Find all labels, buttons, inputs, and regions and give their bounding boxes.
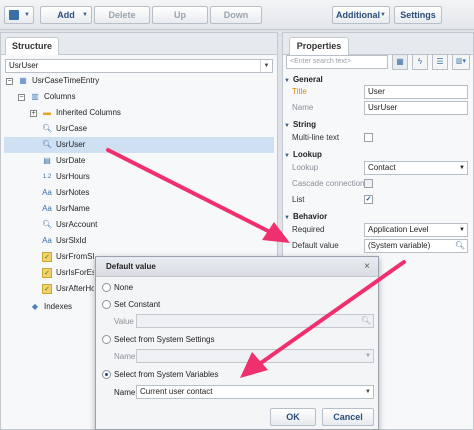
arrowhead — [240, 352, 268, 378]
arrow-to-default-value — [106, 148, 272, 234]
arrow-to-system-variables — [256, 260, 406, 367]
annotation-arrows — [106, 148, 406, 378]
arrowhead — [262, 222, 290, 243]
